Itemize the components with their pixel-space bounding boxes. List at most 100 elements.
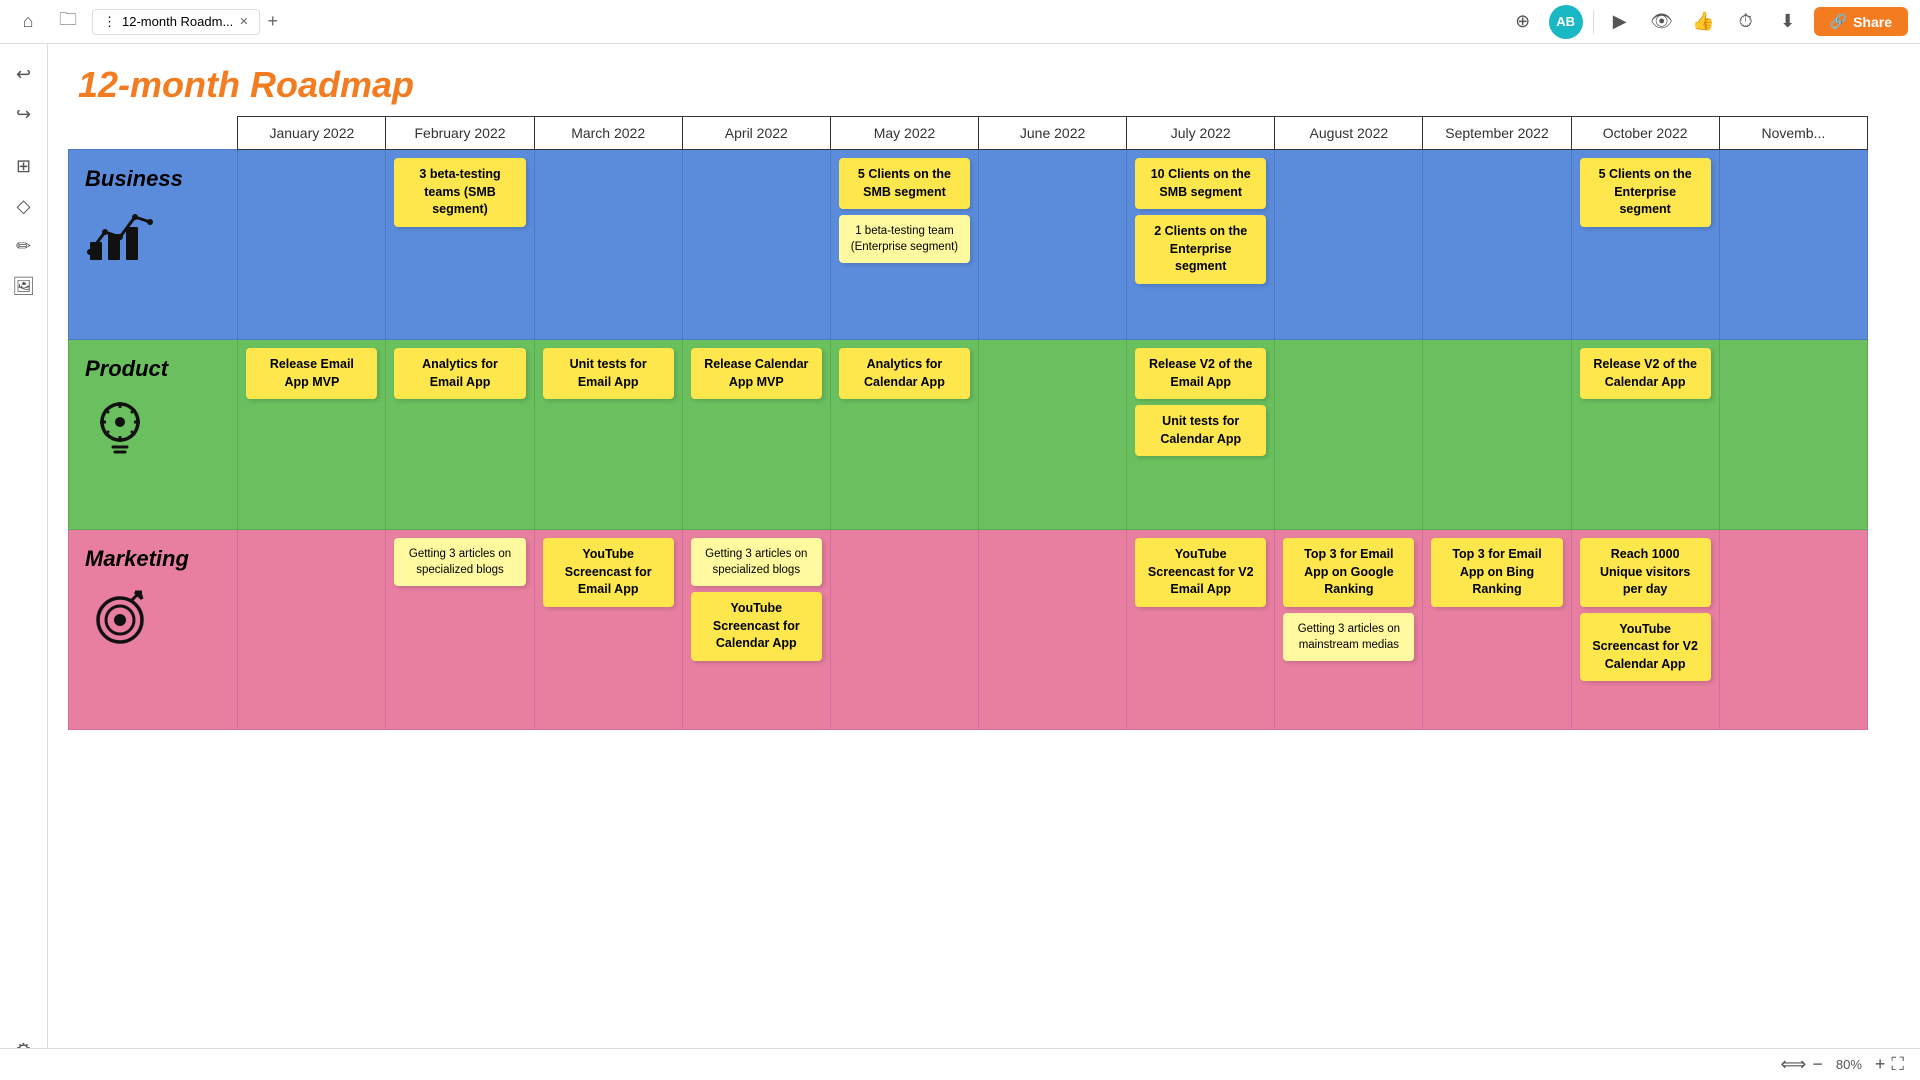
files-button[interactable]: 🗀	[52, 6, 84, 38]
product-aug	[1275, 340, 1423, 530]
sticky-note[interactable]: Unit tests for Calendar App	[1135, 405, 1266, 456]
header-may: May 2022	[830, 117, 978, 150]
download-button[interactable]: ⬇	[1772, 6, 1804, 38]
zoom-value: 80%	[1829, 1057, 1869, 1072]
business-may: 5 Clients on the SMB segment 1 beta-test…	[830, 150, 978, 340]
sticky-note[interactable]: 5 Clients on the SMB segment	[839, 158, 970, 209]
sticky-note[interactable]: YouTube Screencast for Email App	[543, 538, 674, 607]
tab-title: 12-month Roadm...	[122, 14, 233, 29]
timer-button[interactable]: ⏱	[1730, 6, 1762, 38]
marketing-row: Marketing	[69, 530, 1868, 730]
sticky-note[interactable]: Release Email App MVP	[246, 348, 377, 399]
marketing-label: Marketing	[85, 546, 221, 572]
sticky-note[interactable]: Release V2 of the Calendar App	[1580, 348, 1711, 399]
sticky-note[interactable]: Analytics for Calendar App	[839, 348, 970, 399]
tool-image[interactable]: 🖼	[6, 268, 42, 304]
header-empty	[69, 117, 238, 150]
business-oct: 5 Clients on the Enterprise segment	[1571, 150, 1719, 340]
share-label: Share	[1853, 14, 1892, 30]
marketing-icon	[85, 582, 221, 657]
product-icon	[85, 392, 221, 462]
tool-shapes[interactable]: ◇	[6, 188, 42, 224]
business-aug	[1275, 150, 1423, 340]
tab-close-icon[interactable]: ✕	[239, 15, 248, 28]
header-jun: June 2022	[979, 117, 1127, 150]
present-button[interactable]: ▶	[1604, 6, 1636, 38]
share-icon: 🔗	[1830, 13, 1847, 30]
product-row: Product	[69, 340, 1868, 530]
zoom-out-button[interactable]: −	[1812, 1054, 1823, 1075]
tool-pen[interactable]: ✏	[6, 228, 42, 264]
thumbs-up-button[interactable]: 👍	[1688, 6, 1720, 38]
product-feb: Analytics for Email App	[386, 340, 534, 530]
tool-undo[interactable]: ↩	[6, 56, 42, 92]
sticky-note[interactable]: Analytics for Email App	[394, 348, 525, 399]
marketing-may	[830, 530, 978, 730]
product-oct: Release V2 of the Calendar App	[1571, 340, 1719, 530]
fit-width-button[interactable]: ⟺	[1781, 1054, 1807, 1075]
marketing-aug: Top 3 for Email App on Google Ranking Ge…	[1275, 530, 1423, 730]
product-jun	[979, 340, 1127, 530]
marketing-apr: Getting 3 articles on specialized blogs …	[682, 530, 830, 730]
top-bar: ⌂ 🗀 ⋮ 12-month Roadm... ✕ + ⊕ AB ▶ 👁 👍 ⏱…	[0, 0, 1920, 44]
product-may: Analytics for Calendar App	[830, 340, 978, 530]
header-feb: February 2022	[386, 117, 534, 150]
sticky-note[interactable]: Release Calendar App MVP	[691, 348, 822, 399]
target-icon-button[interactable]: ⊕	[1507, 6, 1539, 38]
header-apr: April 2022	[682, 117, 830, 150]
home-button[interactable]: ⌂	[12, 6, 44, 38]
business-apr	[682, 150, 830, 340]
header-aug: August 2022	[1275, 117, 1423, 150]
tool-redo[interactable]: ↪	[6, 96, 42, 132]
zoom-in-button[interactable]: +	[1875, 1054, 1886, 1075]
sticky-note[interactable]: Getting 3 articles on specialized blogs	[394, 538, 525, 586]
eye-button[interactable]: 👁	[1646, 6, 1678, 38]
business-jul: 10 Clients on the SMB segment 2 Clients …	[1127, 150, 1275, 340]
business-jun	[979, 150, 1127, 340]
sticky-note[interactable]: Release V2 of the Email App	[1135, 348, 1266, 399]
business-label: Business	[85, 166, 221, 192]
sticky-note[interactable]: Top 3 for Email App on Bing Ranking	[1431, 538, 1562, 607]
marketing-jul: YouTube Screencast for V2 Email App	[1127, 530, 1275, 730]
sticky-note[interactable]: Unit tests for Email App	[543, 348, 674, 399]
active-tab[interactable]: ⋮ 12-month Roadm... ✕	[92, 9, 260, 35]
main-content: 12-month Roadmap January 2022 February 2…	[48, 44, 1920, 1080]
business-jan	[238, 150, 386, 340]
page-title-area: 12-month Roadmap	[48, 44, 1920, 116]
sticky-note[interactable]: 10 Clients on the SMB segment	[1135, 158, 1266, 209]
sticky-note[interactable]: 1 beta-testing team (Enterprise segment)	[839, 215, 970, 263]
top-bar-right: ⊕ AB ▶ 👁 👍 ⏱ ⬇ 🔗 Share	[1507, 5, 1908, 39]
header-sep: September 2022	[1423, 117, 1571, 150]
marketing-nov	[1719, 530, 1867, 730]
sticky-note[interactable]: 5 Clients on the Enterprise segment	[1580, 158, 1711, 227]
new-tab-button[interactable]: +	[268, 11, 279, 32]
business-row: Business	[69, 150, 1868, 340]
marketing-sep: Top 3 for Email App on Bing Ranking	[1423, 530, 1571, 730]
product-label-cell: Product	[69, 340, 238, 530]
avatar-button[interactable]: AB	[1549, 5, 1583, 39]
fit-screen-button[interactable]: ⛶	[1891, 1054, 1904, 1075]
sticky-note[interactable]: 2 Clients on the Enterprise segment	[1135, 215, 1266, 284]
bottom-bar: ⟺ − 80% + ⛶	[0, 1048, 1920, 1080]
business-icon	[85, 202, 221, 275]
sticky-note[interactable]: Top 3 for Email App on Google Ranking	[1283, 538, 1414, 607]
sticky-note[interactable]: YouTube Screencast for Calendar App	[691, 592, 822, 661]
roadmap-container[interactable]: January 2022 February 2022 March 2022 Ap…	[48, 116, 1920, 1062]
sticky-note[interactable]: YouTube Screencast for V2 Email App	[1135, 538, 1266, 607]
business-sep	[1423, 150, 1571, 340]
header-jul: July 2022	[1127, 117, 1275, 150]
toolbar-divider	[1593, 10, 1594, 34]
business-nov	[1719, 150, 1867, 340]
share-button[interactable]: 🔗 Share	[1814, 7, 1908, 36]
sticky-note[interactable]: YouTube Screencast for V2 Calendar App	[1580, 613, 1711, 682]
product-apr: Release Calendar App MVP	[682, 340, 830, 530]
sticky-note[interactable]: 3 beta-testing teams (SMB segment)	[394, 158, 525, 227]
top-bar-left: ⌂ 🗀 ⋮ 12-month Roadm... ✕ +	[12, 6, 1499, 38]
business-mar	[534, 150, 682, 340]
sticky-note[interactable]: Getting 3 articles on specialized blogs	[691, 538, 822, 586]
marketing-feb: Getting 3 articles on specialized blogs	[386, 530, 534, 730]
sticky-note[interactable]: Reach 1000 Unique visitors per day	[1580, 538, 1711, 607]
sticky-note[interactable]: Getting 3 articles on mainstream medias	[1283, 613, 1414, 661]
roadmap-table: January 2022 February 2022 March 2022 Ap…	[68, 116, 1868, 730]
tool-grid[interactable]: ⊞	[6, 148, 42, 184]
